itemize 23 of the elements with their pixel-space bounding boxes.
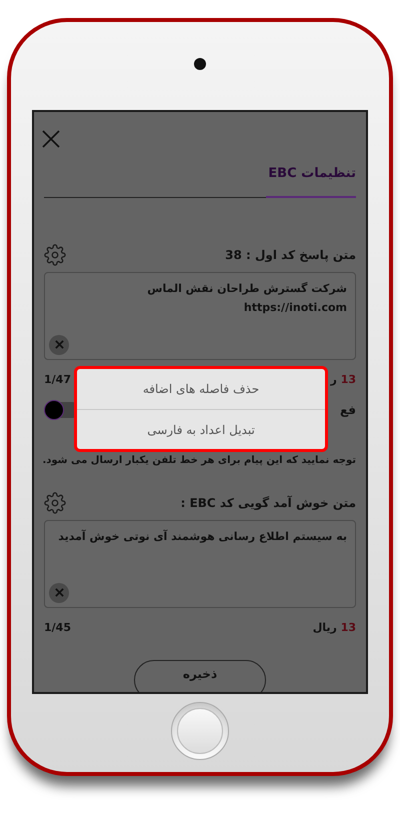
clear-button[interactable] <box>49 582 69 602</box>
clear-button[interactable] <box>49 334 69 354</box>
note-text: توجه نمایید که این پیام برای هر خط تلفن یکبار ارسال می شود. <box>44 454 356 468</box>
save-button[interactable]: ذخیره <box>134 660 266 692</box>
close-icon <box>42 130 60 148</box>
settings-icon[interactable] <box>44 492 66 514</box>
menu-item[interactable]: حذف فاصله های اضافه <box>77 369 325 409</box>
toggle-label: فع <box>340 402 356 418</box>
close-icon <box>54 340 64 349</box>
message-field[interactable]: شرکت گسترش طراحان نقش الماس https://inoti.com <box>44 272 356 360</box>
message-field[interactable]: به سیستم اطلاع رسانی هوشمند آی نوتی خوش آمدید <box>44 520 356 608</box>
home-button-ring <box>177 708 223 754</box>
character-counter: 1/47 <box>44 372 71 388</box>
field-label: متن خوش آمد گویی کد EBC : <box>180 494 356 512</box>
settings-tab[interactable]: تنظیمات EBC <box>266 164 356 198</box>
character-counter: 1/45 <box>44 620 71 636</box>
close-icon <box>54 588 64 597</box>
message-text: شرکت گسترش طراحان نقش الماس https://inoti.com <box>146 280 347 316</box>
close-button[interactable] <box>40 128 62 150</box>
field-label: متن پاسخ کد اول : 38 <box>225 246 356 264</box>
settings-icon[interactable] <box>44 244 66 266</box>
menu-item[interactable]: تبدیل اعداد به فارسی <box>77 409 325 449</box>
message-text: به سیستم اطلاع رسانی هوشمند آی نوتی خوش آمدید <box>57 528 347 545</box>
